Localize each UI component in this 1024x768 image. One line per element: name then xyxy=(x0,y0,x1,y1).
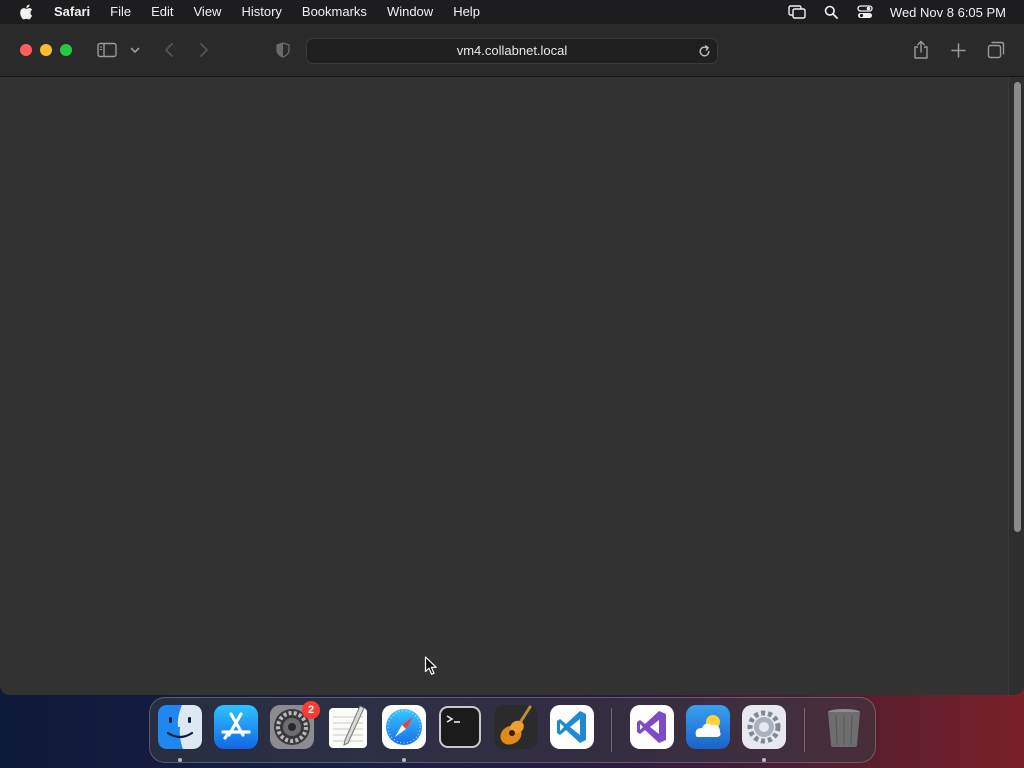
textedit-icon xyxy=(329,705,367,748)
running-indicator xyxy=(402,758,406,762)
menu-window[interactable]: Window xyxy=(377,0,443,24)
screen-mirroring-icon[interactable] xyxy=(780,0,814,24)
weather-icon xyxy=(686,705,730,749)
safari-icon xyxy=(382,705,426,749)
apple-logo-icon xyxy=(20,4,33,20)
vscode-icon xyxy=(550,705,594,749)
dock-vscode[interactable] xyxy=(550,705,594,749)
dock-garageband[interactable] xyxy=(494,705,538,749)
dock-terminal[interactable] xyxy=(438,705,482,749)
running-indicator xyxy=(762,758,766,762)
mouse-pointer-icon xyxy=(424,656,438,681)
menu-file[interactable]: File xyxy=(100,0,141,24)
system-settings-icon xyxy=(742,705,786,749)
reload-icon[interactable] xyxy=(696,43,712,59)
menu-bar-clock[interactable]: Wed Nov 8 6:05 PM xyxy=(882,5,1024,20)
dock-system-preferences[interactable]: 2 xyxy=(270,701,320,749)
dock-finder[interactable] xyxy=(158,705,202,749)
dock-separator xyxy=(611,708,612,752)
privacy-shield-icon[interactable] xyxy=(274,41,292,59)
dock-safari[interactable] xyxy=(382,705,426,749)
visual-studio-icon xyxy=(630,705,674,749)
tab-overview-icon[interactable] xyxy=(985,40,1007,60)
sidebar-icon[interactable] xyxy=(96,40,118,60)
menu-view[interactable]: View xyxy=(184,0,232,24)
apple-menu[interactable] xyxy=(0,4,52,20)
menu-app-name[interactable]: Safari xyxy=(52,0,100,24)
minimize-window-button[interactable] xyxy=(40,44,52,56)
spotlight-search-icon[interactable] xyxy=(814,0,848,24)
menu-bar: Safari File Edit View History Bookmarks … xyxy=(0,0,1024,24)
finder-icon xyxy=(158,705,202,749)
dock-separator xyxy=(804,708,805,752)
web-content-area[interactable] xyxy=(0,78,1024,695)
notification-badge: 2 xyxy=(302,701,320,719)
running-indicator xyxy=(178,758,182,762)
share-icon[interactable] xyxy=(911,38,931,62)
terminal-icon xyxy=(439,706,481,748)
menu-help[interactable]: Help xyxy=(443,0,490,24)
control-center-icon[interactable] xyxy=(848,0,882,24)
dock-app-store[interactable] xyxy=(214,705,258,749)
back-icon[interactable] xyxy=(160,40,178,60)
address-url: vm4.collabnet.local xyxy=(456,43,568,58)
new-tab-icon[interactable] xyxy=(948,40,968,60)
menu-history[interactable]: History xyxy=(231,0,291,24)
app-store-icon xyxy=(214,705,258,749)
forward-icon[interactable] xyxy=(195,40,213,60)
dock: 2 xyxy=(149,697,876,763)
menu-bar-status-area: Wed Nov 8 6:05 PM xyxy=(780,0,1024,24)
safari-toolbar: vm4.collabnet.local xyxy=(0,24,1024,77)
maximize-window-button[interactable] xyxy=(60,44,72,56)
address-bar[interactable]: vm4.collabnet.local xyxy=(306,38,718,64)
dock-trash[interactable] xyxy=(822,705,866,749)
chevron-down-icon[interactable] xyxy=(128,44,142,56)
dock-textedit[interactable] xyxy=(326,705,370,749)
garageband-icon xyxy=(494,705,538,749)
close-window-button[interactable] xyxy=(20,44,32,56)
scrollbar-thumb[interactable] xyxy=(1014,82,1021,532)
safari-window: vm4.collabnet.local xyxy=(0,24,1024,695)
dock-weather[interactable] xyxy=(686,705,730,749)
trash-icon xyxy=(828,709,860,747)
dock-visual-studio[interactable] xyxy=(630,705,674,749)
menu-bookmarks[interactable]: Bookmarks xyxy=(292,0,377,24)
dock-system-settings[interactable] xyxy=(742,705,786,749)
vertical-scrollbar[interactable] xyxy=(1008,78,1024,695)
menu-edit[interactable]: Edit xyxy=(141,0,183,24)
